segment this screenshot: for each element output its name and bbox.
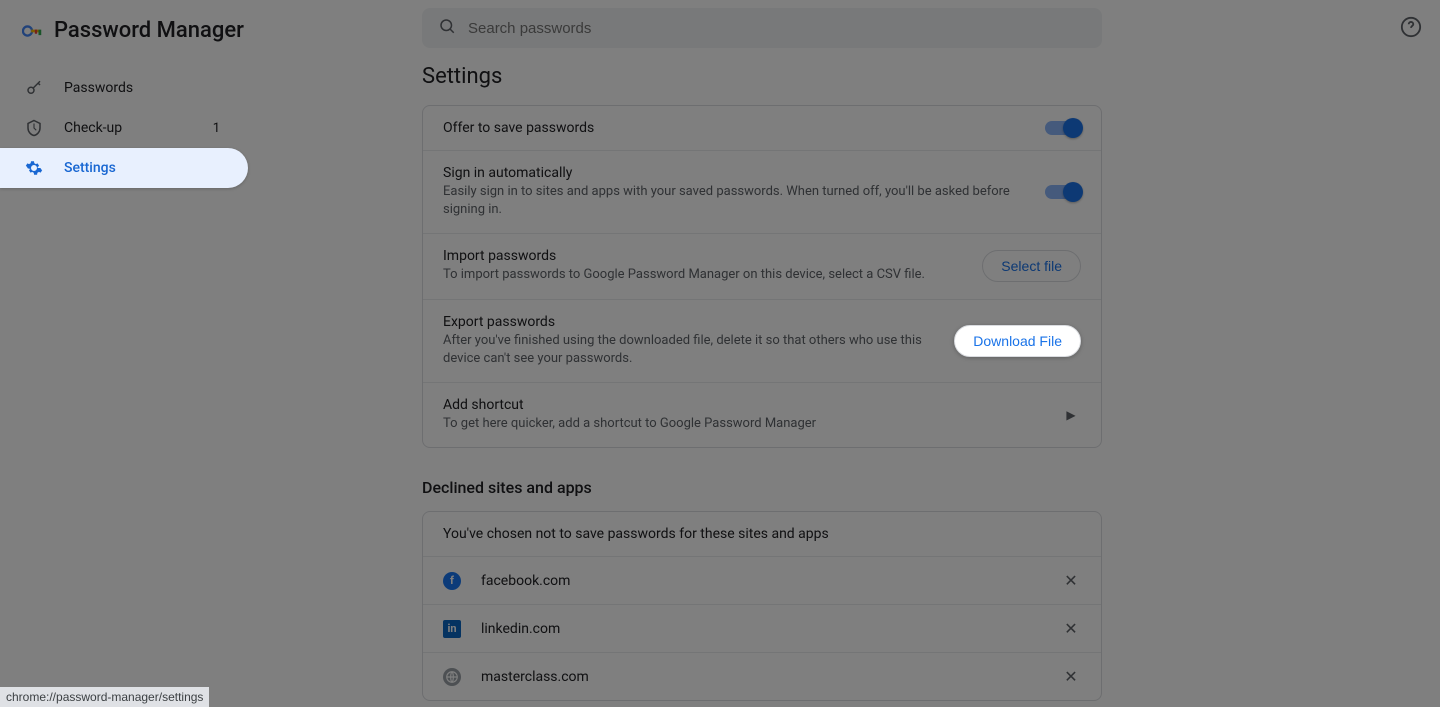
row-sub: To get here quicker, add a shortcut to G… [443, 415, 1061, 433]
download-file-button[interactable]: Download File [954, 325, 1081, 357]
remove-site-button[interactable]: ✕ [1061, 619, 1081, 638]
declined-note: You've chosen not to save passwords for … [443, 526, 829, 542]
product-logo-icon [22, 23, 44, 37]
gear-icon [24, 158, 44, 178]
declined-card: You've chosen not to save passwords for … [422, 511, 1102, 701]
linkedin-icon: in [443, 620, 461, 638]
search-input[interactable] [468, 20, 1086, 37]
help-icon[interactable] [1400, 16, 1424, 40]
facebook-icon: f [443, 572, 461, 590]
row-sub: Easily sign in to sites and apps with yo… [443, 183, 1045, 219]
app-root: Password Manager Passwords Check-up 1 [0, 0, 1440, 707]
row-title: Offer to save passwords [443, 120, 1045, 136]
row-title: Sign in automatically [443, 165, 1045, 181]
sidebar-item-checkup[interactable]: Check-up 1 [0, 108, 248, 148]
select-file-button[interactable]: Select file [982, 250, 1081, 282]
row-offer-save: Offer to save passwords [423, 106, 1101, 150]
toggle-offer-save[interactable] [1045, 121, 1081, 135]
status-bar: chrome://password-manager/settings [0, 687, 209, 707]
site-name: linkedin.com [481, 621, 1041, 637]
sidebar-item-label: Passwords [64, 80, 133, 96]
declined-heading: Declined sites and apps [422, 478, 1102, 497]
declined-site-row: masterclass.com ✕ [423, 652, 1101, 700]
sidebar-item-passwords[interactable]: Passwords [0, 68, 248, 108]
main: Settings Offer to save passwords Sign in… [256, 0, 1440, 707]
checkup-icon [24, 118, 44, 138]
sidebar-item-settings[interactable]: Settings [0, 148, 248, 188]
branding: Password Manager [0, 12, 256, 48]
nav-list: Passwords Check-up 1 Settings [0, 68, 256, 188]
remove-site-button[interactable]: ✕ [1061, 667, 1081, 686]
settings-card: Offer to save passwords Sign in automati… [422, 105, 1102, 448]
sidebar-item-label: Check-up [64, 120, 122, 136]
site-name: masterclass.com [481, 669, 1041, 685]
row-export: Export passwords After you've finished u… [423, 299, 1101, 382]
declined-site-row: f facebook.com ✕ [423, 556, 1101, 604]
row-sub: After you've finished using the download… [443, 332, 954, 368]
row-title: Add shortcut [443, 397, 1061, 413]
globe-icon [443, 668, 461, 686]
toggle-signin-auto[interactable] [1045, 185, 1081, 199]
site-name: facebook.com [481, 573, 1041, 589]
key-icon [24, 78, 44, 98]
row-add-shortcut[interactable]: Add shortcut To get here quicker, add a … [423, 382, 1101, 447]
row-signin-auto: Sign in automatically Easily sign in to … [423, 150, 1101, 233]
remove-site-button[interactable]: ✕ [1061, 571, 1081, 590]
topbar [256, 0, 1440, 56]
row-title: Import passwords [443, 248, 982, 264]
content: Settings Offer to save passwords Sign in… [256, 56, 1102, 701]
checkup-badge: 1 [213, 121, 220, 136]
app-title: Password Manager [54, 18, 244, 43]
row-title: Export passwords [443, 314, 954, 330]
search-box[interactable] [422, 8, 1102, 48]
row-sub: To import passwords to Google Password M… [443, 266, 982, 284]
sidebar-item-label: Settings [64, 160, 116, 176]
search-icon [438, 17, 456, 39]
chevron-right-icon: ▶ [1061, 408, 1081, 422]
row-import: Import passwords To import passwords to … [423, 233, 1101, 298]
page-title: Settings [422, 64, 1102, 89]
declined-site-row: in linkedin.com ✕ [423, 604, 1101, 652]
declined-note-row: You've chosen not to save passwords for … [423, 512, 1101, 556]
sidebar: Password Manager Passwords Check-up 1 [0, 0, 256, 707]
